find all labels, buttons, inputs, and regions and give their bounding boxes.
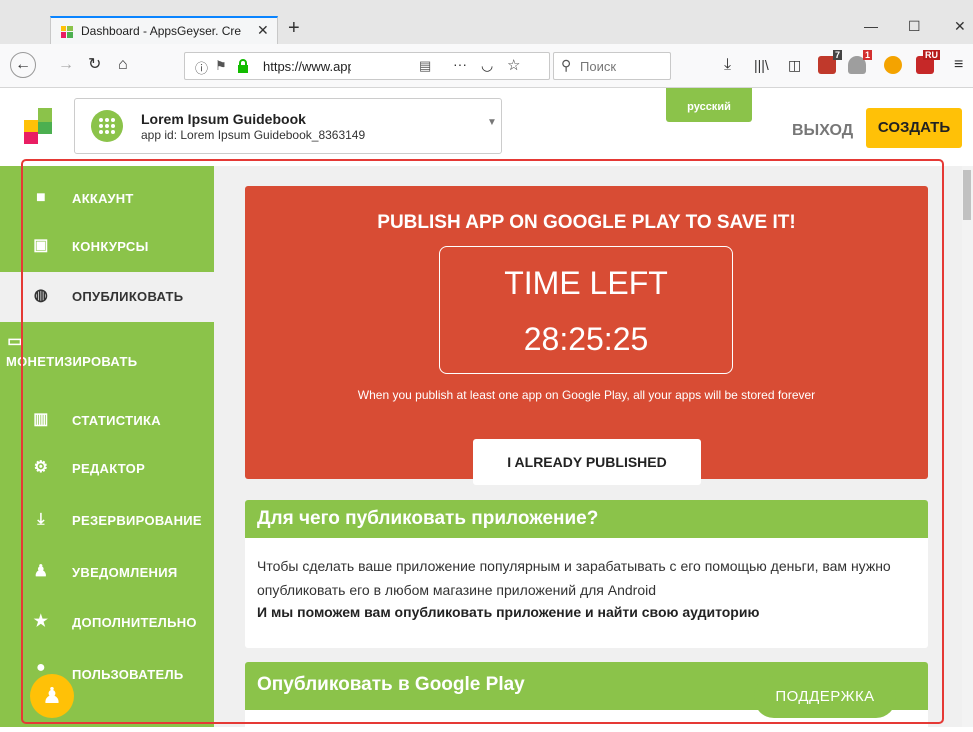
translate-extension-icon[interactable]: RU [916,50,940,74]
home-icon[interactable]: ⌂ [118,54,128,76]
support-button[interactable]: ПОДДЕРЖКА [754,676,896,718]
sidebar-item-monetize[interactable]: ▭ МОНЕТИЗИРОВАТЬ [0,324,214,388]
sidebar-item-label: УВЕДОМЛЕНИЯ [72,565,178,580]
tab-title: Dashboard - AppsGeyser. Creat [81,24,241,38]
language-button[interactable]: русский [666,88,752,122]
create-button[interactable]: СОЗДАТЬ [866,108,962,148]
reload-icon[interactable]: ↻ [88,54,101,76]
appsgeyser-logo[interactable] [24,108,60,144]
sidebar-item-account[interactable]: ■ АККАУНТ [0,174,214,224]
sidebar-item-editor[interactable]: ⚙ РЕДАКТОР [0,444,214,494]
timer-box: TIME LEFT 28:25:25 [439,246,733,374]
url-text: https://www.appsg [263,59,351,74]
search-bar[interactable]: ⚲ Поиск [553,52,671,80]
pocket-icon[interactable]: ◡ [481,57,493,74]
sidebar-item-statistics[interactable]: ▥ СТАТИСТИКА [0,396,214,446]
tab-close-icon[interactable]: ✕ [257,22,269,39]
card-title: Для чего публиковать приложение? [257,508,599,529]
app-selector[interactable]: Lorem Ipsum Guidebook app id: Lorem Ipsu… [74,98,502,154]
permissions-icon[interactable]: ⚑ [215,58,227,74]
sidebar: ■ АККАУНТ ▣ КОНКУРСЫ ◍ ОПУБЛИКОВАТЬ ▭ МО… [0,166,214,727]
download-icon[interactable]: ⤓ [724,54,731,76]
minimize-button[interactable]: — [864,18,878,34]
exit-link[interactable]: ВЫХОД [792,122,853,140]
browser-tab[interactable]: Dashboard - AppsGeyser. Creat ✕ [50,16,278,44]
browser-nav-bar: ← → ↻ ⌂ ⓘ ⚑ https://www.appsg ▤ ··· ◡ ☆ … [0,44,973,88]
sidebar-item-backup[interactable]: ⤓ РЕЗЕРВИРОВАНИЕ [0,496,214,546]
card-header: Для чего публиковать приложение? [245,500,928,538]
notification-bell-button[interactable]: ♟ [30,674,74,718]
extension-badge: 7 [832,50,842,60]
shield-extension-icon[interactable]: 1 [848,50,872,74]
maximize-button[interactable]: ☐ [908,18,921,35]
bell-icon: ♟ [42,683,62,708]
sidebar-item-label: МОНЕТИЗИРОВАТЬ [6,354,138,369]
close-window-button[interactable]: ✕ [954,18,966,35]
bookmark-star-icon[interactable]: ☆ [507,56,520,74]
timer-value: 28:25:25 [523,321,649,357]
menu-icon[interactable]: ≡ [954,54,963,76]
why-paragraph: Чтобы сделать ваше приложение популярным… [257,558,891,598]
publish-note: When you publish at least one app on Goo… [357,388,816,402]
sidebar-item-contests[interactable]: ▣ КОНКУРСЫ [0,222,214,272]
lock-icon [238,59,248,73]
publish-title: PUBLISH APP ON GOOGLE PLAY TO SAVE IT! [377,212,796,233]
extension-badge: RU [923,50,940,60]
forward-icon[interactable]: → [58,54,74,76]
download-icon: ⤓ [37,511,45,528]
money-icon: ▭ [7,333,23,350]
why-bold-line: И мы поможем вам опубликовать приложение… [257,604,760,620]
app-name: Lorem Ipsum Guidebook [141,111,306,127]
gears-icon: ⚙ [33,459,49,476]
library-icon[interactable]: |||\ [754,54,769,76]
bell-icon: ♟ [33,563,49,580]
site-header: Lorem Ipsum Guidebook app id: Lorem Ipsu… [0,88,973,166]
star-icon: ★ [33,613,49,630]
sidebar-item-additional[interactable]: ★ ДОПОЛНИТЕЛЬНО [0,598,214,648]
ublock-extension-icon[interactable]: 7 [818,50,842,74]
info-icon[interactable]: ⓘ [195,58,208,77]
app-id: app id: Lorem Ipsum Guidebook_8363149 [141,128,366,142]
sidebar-item-label: ОПУБЛИКОВАТЬ [72,289,184,304]
page-actions-icon[interactable]: ··· [453,56,467,72]
briefcase-icon: ■ [36,189,46,206]
sidebar-item-label: КОНКУРСЫ [72,239,149,254]
dots-grid-icon [99,118,115,134]
sidebar-toggle-icon[interactable]: ◫ [788,54,801,76]
reader-view-icon[interactable]: ▤ [419,58,431,74]
why-publish-card: Для чего публиковать приложение? Чтобы с… [245,500,928,648]
url-bar[interactable]: ⓘ ⚑ https://www.appsg ▤ ··· ◡ ☆ [184,52,550,80]
bar-chart-icon: ▥ [33,411,49,428]
dashboard-content: ■ АККАУНТ ▣ КОНКУРСЫ ◍ ОПУБЛИКОВАТЬ ▭ МО… [0,166,962,732]
scrollbar-thumb[interactable] [963,170,971,220]
sidebar-item-label: РЕДАКТОР [72,461,146,476]
sidebar-item-label: АККАУНТ [72,191,134,206]
gift-icon: ▣ [33,237,49,254]
new-tab-button[interactable]: + [288,16,300,40]
sidebar-item-label: ДОПОЛНИТЕЛЬНО [72,615,197,630]
search-placeholder: Поиск [580,59,617,74]
globe-icon: ◍ [33,287,49,304]
appsgeyser-favicon-icon [61,26,73,38]
publish-card: PUBLISH APP ON GOOGLE PLAY TO SAVE IT! T… [245,186,928,485]
sidebar-item-label: СТАТИСТИКА [72,413,161,428]
sidebar-item-notifications[interactable]: ♟ УВЕДОМЛЕНИЯ [0,548,214,598]
card-title: Опубликовать в Google Play [257,674,525,695]
browser-tab-strip: Dashboard - AppsGeyser. Creat ✕ + — ☐ ✕ [0,0,973,44]
sidebar-item-label: ПОЛЬЗОВАТЕЛЬ [72,667,184,682]
sidebar-item-label: РЕЗЕРВИРОВАНИЕ [72,513,202,528]
extension-badge: 1 [862,50,872,60]
timer-label: TIME LEFT [504,265,668,301]
face-extension-icon[interactable] [884,56,902,74]
search-icon: ⚲ [561,57,572,73]
chevron-down-icon: ▼ [487,117,497,128]
sidebar-item-publish[interactable]: ◍ ОПУБЛИКОВАТЬ [0,272,214,322]
back-button[interactable]: ← [10,52,36,78]
scrollbar-track[interactable] [962,166,973,727]
app-icon [91,110,123,142]
already-published-button[interactable]: I ALREADY PUBLISHED [473,439,701,485]
